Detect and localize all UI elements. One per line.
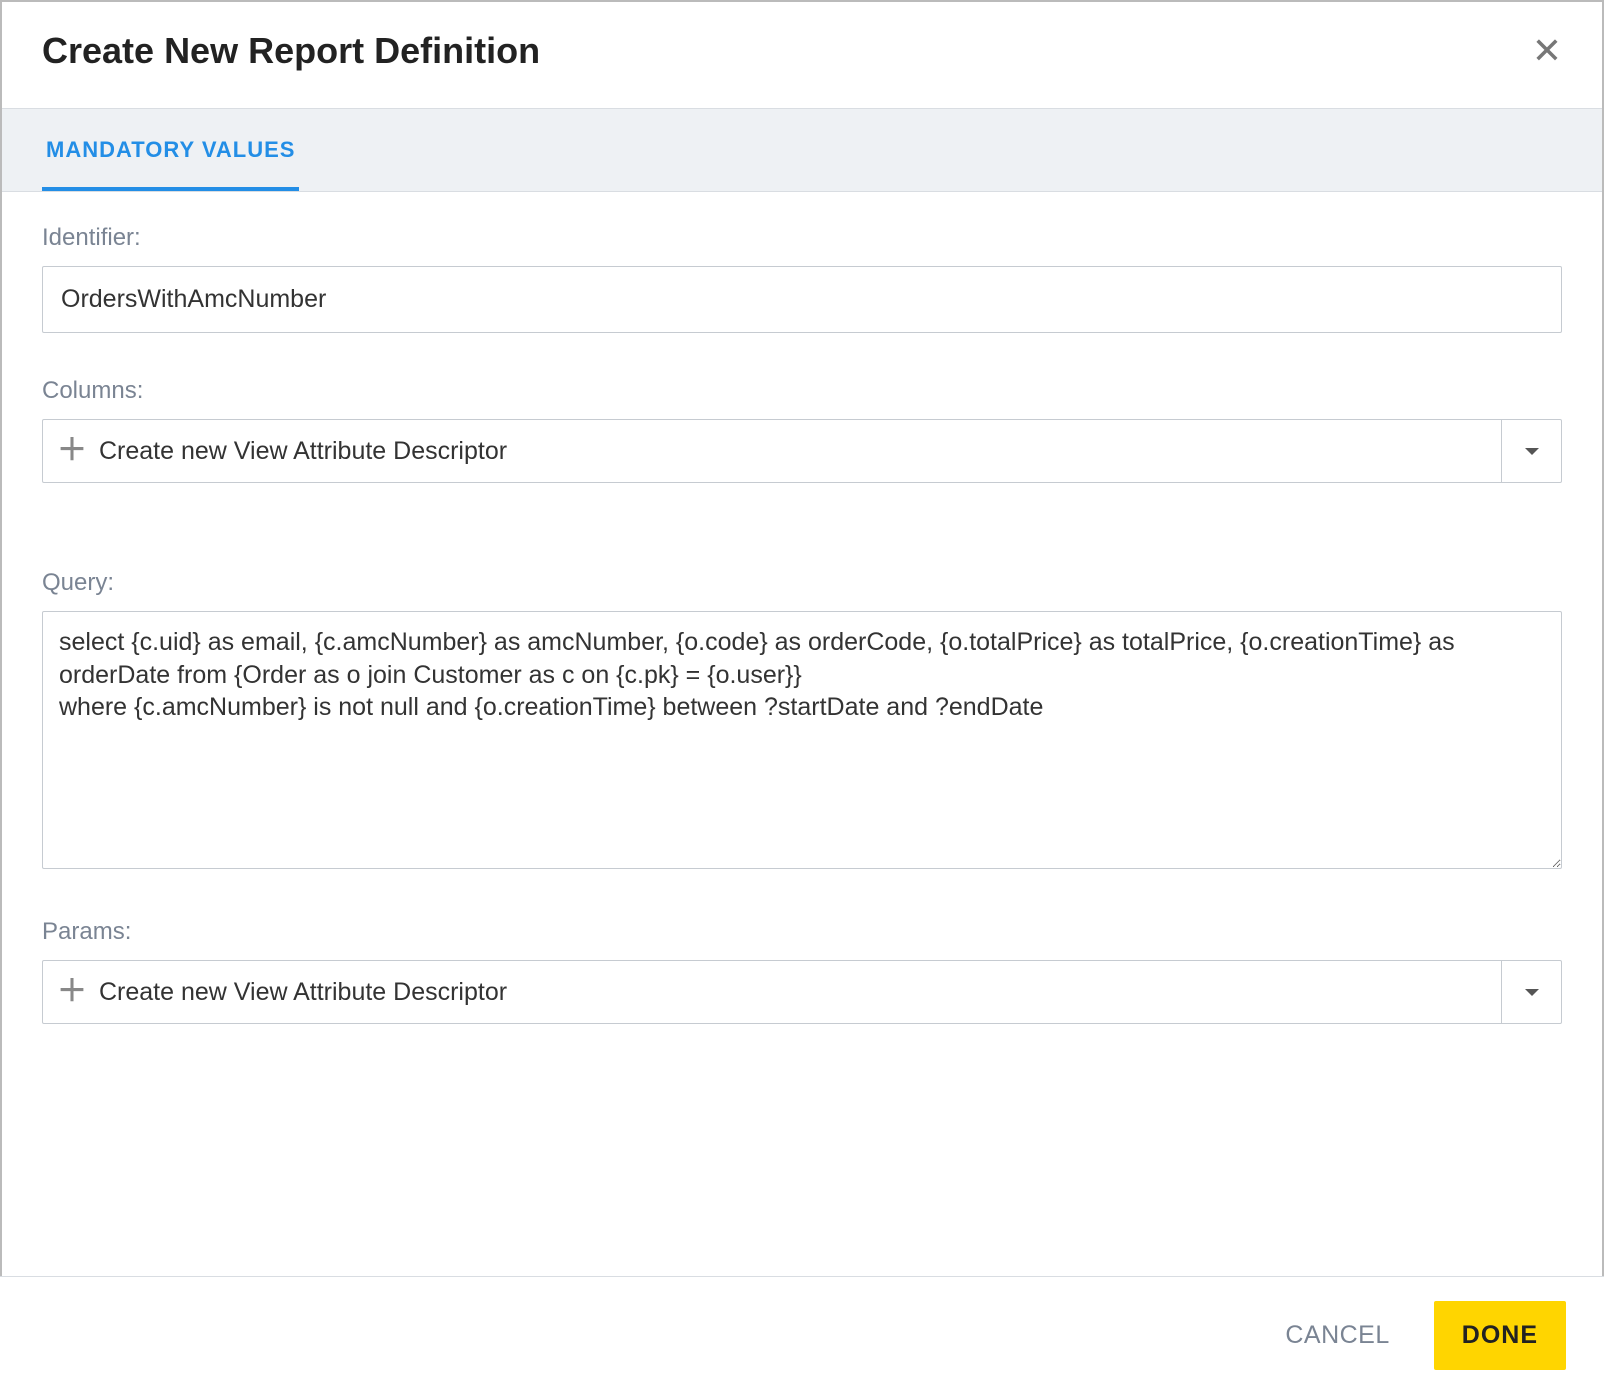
form-area: Identifier: Columns: ＋ Create new View A… [2,192,1602,1064]
done-button[interactable]: DONE [1434,1301,1566,1370]
params-dropdown-toggle[interactable] [1501,961,1561,1023]
dialog-title: Create New Report Definition [42,30,540,72]
params-label: Params: [42,918,1562,946]
query-textarea[interactable] [42,611,1562,869]
dialog-header: Create New Report Definition ✕ [2,2,1602,108]
chevron-down-icon [1525,989,1539,996]
params-combo: ＋ Create new View Attribute Descriptor [42,960,1562,1024]
identifier-label: Identifier: [42,224,1562,252]
params-action-text: Create new View Attribute Descriptor [99,978,507,1007]
columns-dropdown-toggle[interactable] [1501,420,1561,482]
tab-bar: MANDATORY VALUES [2,108,1602,192]
tab-mandatory-values[interactable]: MANDATORY VALUES [42,109,299,191]
columns-combo: ＋ Create new View Attribute Descriptor [42,419,1562,483]
plus-icon: ＋ [57,977,87,1007]
cancel-button[interactable]: CANCEL [1271,1303,1403,1368]
columns-action-text: Create new View Attribute Descriptor [99,437,507,466]
query-label: Query: [42,569,1562,597]
identifier-input[interactable] [42,266,1562,333]
columns-label: Columns: [42,377,1562,405]
plus-icon: ＋ [57,436,87,466]
columns-create-button[interactable]: ＋ Create new View Attribute Descriptor [43,420,1501,482]
close-icon[interactable]: ✕ [1532,33,1562,69]
params-create-button[interactable]: ＋ Create new View Attribute Descriptor [43,961,1501,1023]
chevron-down-icon [1525,448,1539,455]
dialog-footer: CANCEL DONE [0,1276,1604,1394]
